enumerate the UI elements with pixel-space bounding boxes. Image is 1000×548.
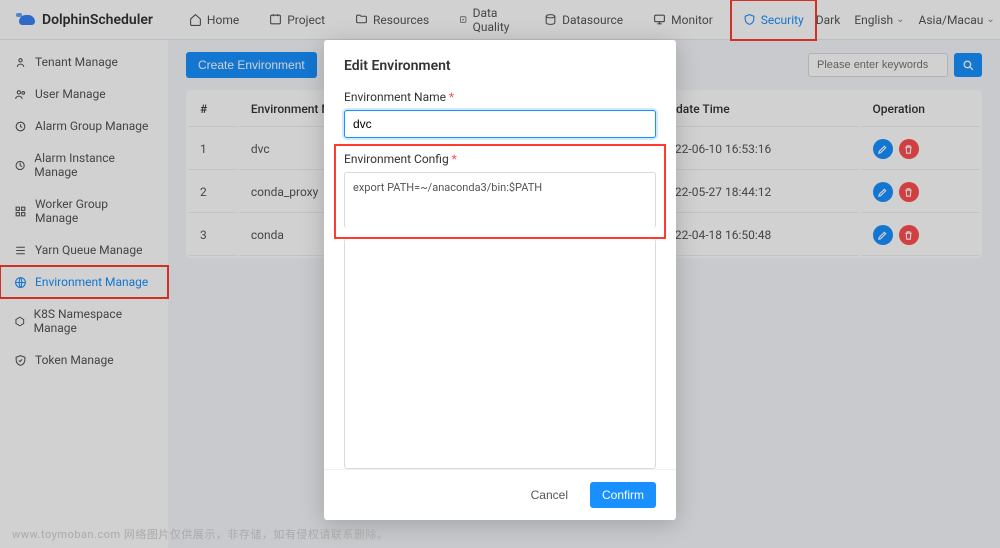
modal-title: Edit Environment xyxy=(344,58,656,74)
edit-environment-modal: Edit Environment Environment Name Enviro… xyxy=(324,40,676,520)
watermark: www.toymoban.com 网络图片仅供展示，非存储，如有侵权请联系删除。 xyxy=(12,526,388,542)
label-env-config: Environment Config xyxy=(344,152,656,166)
env-config-textarea-ext[interactable] xyxy=(344,239,656,469)
env-name-input[interactable] xyxy=(344,110,656,138)
label-env-name: Environment Name xyxy=(344,90,656,104)
confirm-button[interactable]: Confirm xyxy=(590,482,656,508)
modal-overlay: Edit Environment Environment Name Enviro… xyxy=(0,0,1000,548)
env-config-highlight: Environment Config xyxy=(334,144,666,239)
cancel-button[interactable]: Cancel xyxy=(519,482,580,508)
env-config-textarea[interactable] xyxy=(344,172,656,228)
